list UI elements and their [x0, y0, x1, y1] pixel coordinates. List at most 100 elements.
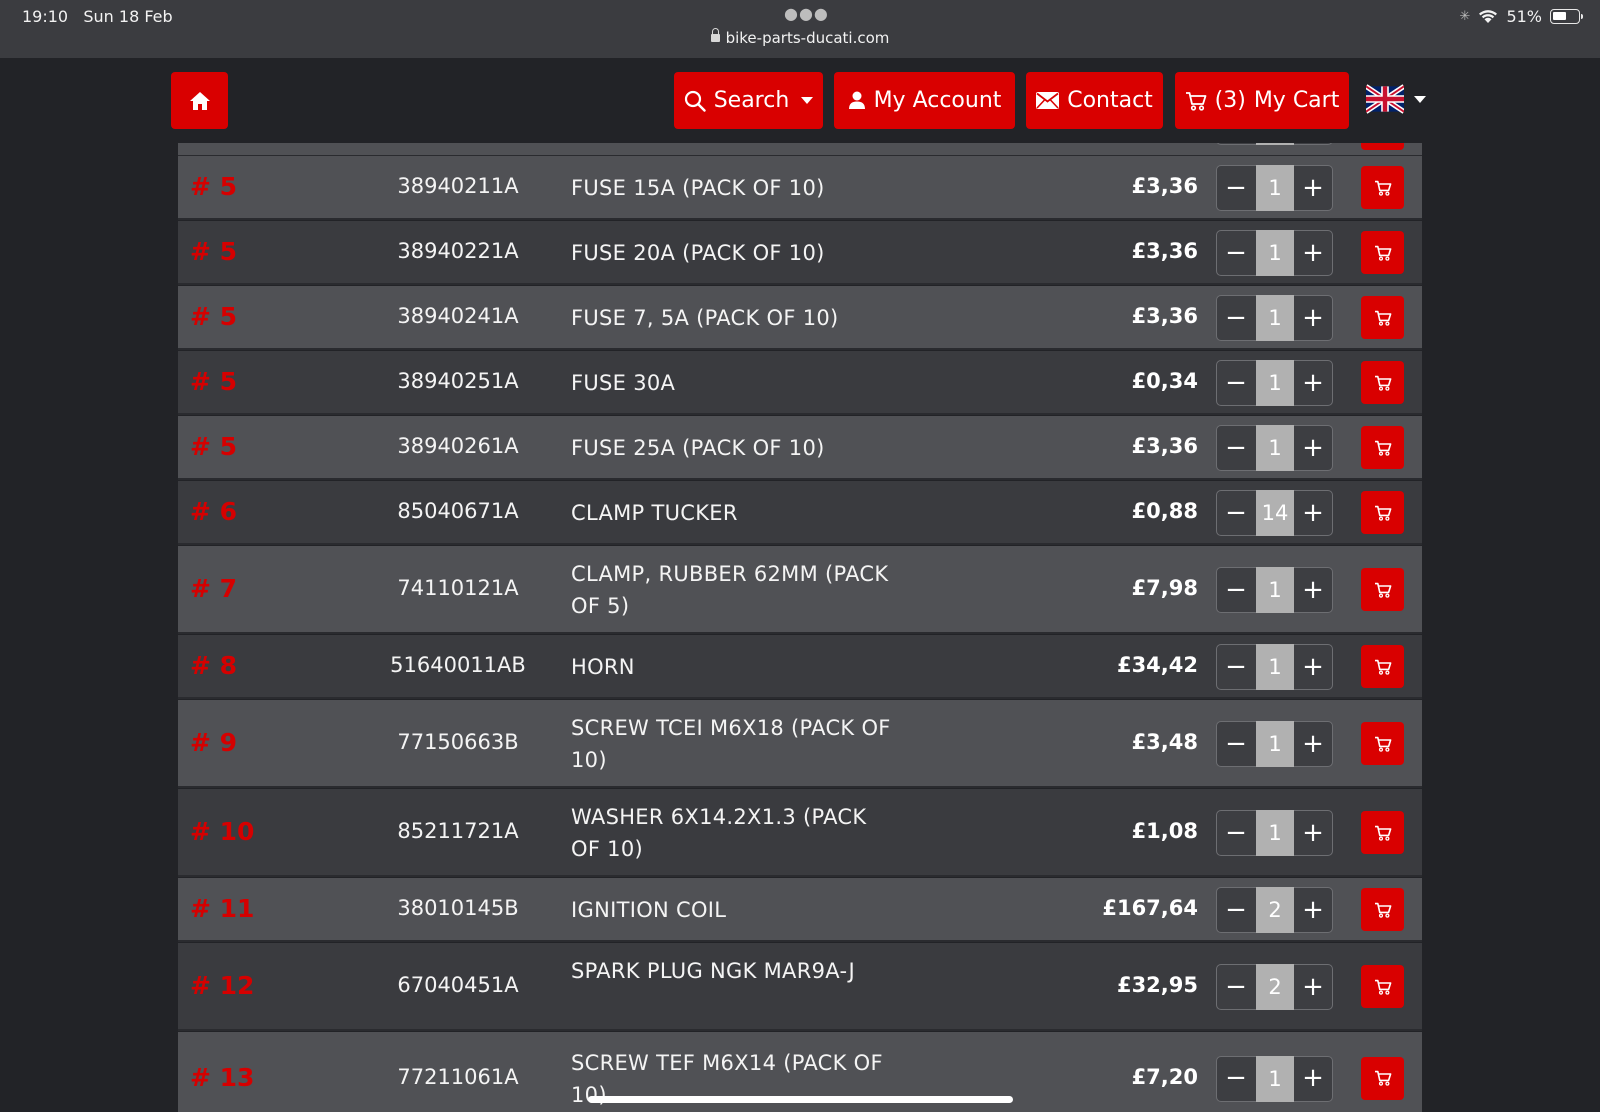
decrease-quantity-button[interactable]: −	[1217, 568, 1255, 611]
add-to-cart-button[interactable]	[1361, 888, 1404, 931]
add-to-cart-button[interactable]	[1361, 231, 1404, 274]
decrease-quantity-button[interactable]: −	[1217, 722, 1255, 765]
quantity-value[interactable]: 1	[1256, 425, 1294, 471]
increase-quantity-button[interactable]: +	[1294, 888, 1332, 931]
quantity-value[interactable]: 1	[1256, 230, 1294, 276]
quantity-stepper[interactable]: −2 +	[1216, 964, 1333, 1010]
quantity-stepper[interactable]: −1 +	[1216, 721, 1333, 767]
quantity-stepper[interactable]: −1 +	[1216, 1055, 1333, 1102]
decrease-quantity-button[interactable]: −	[1217, 426, 1255, 469]
add-to-cart-button[interactable]	[1361, 296, 1404, 339]
quantity-stepper[interactable]	[1216, 143, 1333, 145]
more-dots-icon[interactable]: ●●●	[784, 4, 829, 23]
decrease-quantity-button[interactable]: −	[1217, 296, 1255, 339]
decrease-quantity-button[interactable]: −	[1217, 166, 1255, 209]
quantity-value[interactable]: 1	[1256, 567, 1294, 613]
add-to-cart-button[interactable]	[1361, 143, 1404, 150]
add-to-cart-button[interactable]	[1361, 491, 1404, 534]
cart-icon	[1374, 245, 1391, 261]
increase-quantity-button[interactable]: +	[1294, 296, 1332, 339]
quantity-stepper[interactable]: −2 +	[1216, 887, 1333, 933]
increase-quantity-button[interactable]: +	[1294, 1057, 1332, 1100]
reference-number: # 13	[190, 1062, 255, 1092]
search-button[interactable]: Search	[674, 72, 823, 129]
url-bar[interactable]: bike-parts-ducati.com	[0, 28, 1600, 47]
url-text: bike-parts-ducati.com	[725, 29, 890, 47]
increase-quantity-button[interactable]: +	[1294, 361, 1332, 404]
quantity-value[interactable]: 1	[1256, 810, 1294, 856]
decrease-quantity-button[interactable]: −	[1217, 645, 1255, 688]
quantity-value[interactable]: 1	[1256, 295, 1294, 341]
part-description: CLAMP TUCKER	[571, 501, 738, 525]
quantity-value[interactable]: 2	[1256, 887, 1294, 933]
quantity-value[interactable]: 1	[1256, 165, 1294, 211]
decrease-quantity-button[interactable]: −	[1217, 811, 1255, 854]
cart-icon	[1374, 736, 1391, 752]
increase-quantity-button[interactable]: +	[1294, 645, 1332, 688]
add-to-cart-button[interactable]	[1361, 361, 1404, 404]
table-row: # 6 85040671A CLAMP TUCKER £0,88−14 +	[178, 481, 1422, 545]
quantity-value[interactable]	[1256, 143, 1294, 145]
quantity-value[interactable]: 1	[1256, 721, 1294, 767]
part-price: £7,98	[1131, 576, 1198, 600]
my-cart-button[interactable]: (3) My Cart	[1175, 72, 1349, 129]
part-price: £3,48	[1131, 730, 1198, 754]
quantity-value[interactable]: 1	[1256, 1055, 1294, 1102]
quantity-value[interactable]: 2	[1256, 964, 1294, 1010]
quantity-stepper[interactable]: −1 +	[1216, 567, 1333, 613]
contact-button[interactable]: Contact	[1026, 72, 1163, 129]
part-number: 38940241A	[397, 304, 519, 328]
reference-number: # 5	[190, 302, 238, 331]
part-description: CLAMP, RUBBER 62MM (PACK OF 5)	[571, 562, 889, 618]
increase-quantity-button[interactable]: +	[1294, 491, 1332, 534]
quantity-value[interactable]: 1	[1256, 644, 1294, 690]
home-button[interactable]	[171, 72, 228, 129]
decrease-quantity-button[interactable]: −	[1217, 888, 1255, 931]
increase-quantity-button[interactable]: +	[1294, 426, 1332, 469]
increase-quantity-button[interactable]: +	[1294, 568, 1332, 611]
increase-quantity-button[interactable]: +	[1294, 166, 1332, 209]
increase-quantity-button[interactable]: +	[1294, 965, 1332, 1008]
table-row: # 10 85211721A WASHER 6X14.2X1.3 (PACK OF …	[178, 789, 1422, 877]
quantity-stepper[interactable]: −1 +	[1216, 810, 1333, 856]
part-number: 67040451A	[397, 973, 519, 997]
add-to-cart-button[interactable]	[1361, 568, 1404, 611]
increase-quantity-button[interactable]: +	[1294, 231, 1332, 274]
increase-quantity-button[interactable]: +	[1294, 811, 1332, 854]
decrease-quantity-button[interactable]: −	[1217, 491, 1255, 534]
add-to-cart-button[interactable]	[1361, 811, 1404, 854]
reference-number: # 10	[190, 817, 255, 846]
quantity-stepper[interactable]: −1 +	[1216, 425, 1333, 471]
quantity-value[interactable]: 1	[1256, 360, 1294, 406]
decrease-quantity-button[interactable]: −	[1217, 361, 1255, 404]
quantity-stepper[interactable]: −1 +	[1216, 644, 1333, 690]
quantity-stepper[interactable]: −1 +	[1216, 230, 1333, 276]
add-to-cart-button[interactable]	[1361, 166, 1404, 209]
decrease-quantity-button[interactable]: −	[1217, 231, 1255, 274]
increase-quantity-button[interactable]: +	[1294, 722, 1332, 765]
activity-icon: ✳	[1459, 9, 1471, 24]
add-to-cart-button[interactable]	[1361, 645, 1404, 688]
reference-number: # 9	[190, 728, 238, 757]
add-to-cart-button[interactable]	[1361, 965, 1404, 1008]
language-selector[interactable]	[1366, 84, 1426, 114]
status-indicators: ✳ 51%	[1459, 7, 1583, 26]
reference-number: # 8	[190, 651, 238, 680]
quantity-value[interactable]: 14	[1256, 490, 1294, 536]
part-number: 51640011AB	[390, 653, 526, 677]
quantity-stepper[interactable]: −1 +	[1216, 360, 1333, 406]
quantity-stepper[interactable]: −1 +	[1216, 295, 1333, 341]
add-to-cart-button[interactable]	[1361, 1056, 1404, 1100]
part-price: £32,95	[1116, 973, 1198, 997]
quantity-stepper[interactable]: −1 +	[1216, 165, 1333, 211]
status-bar: 19:10 Sun 18 Feb ●●● bike-parts-ducati.c…	[0, 0, 1600, 58]
add-to-cart-button[interactable]	[1361, 722, 1404, 765]
quantity-stepper[interactable]: −14 +	[1216, 490, 1333, 536]
my-account-button[interactable]: My Account	[834, 72, 1015, 129]
battery-icon	[1550, 9, 1583, 24]
decrease-quantity-button[interactable]: −	[1217, 965, 1255, 1008]
home-indicator[interactable]	[588, 1096, 1013, 1103]
decrease-quantity-button[interactable]: −	[1217, 1057, 1255, 1100]
add-to-cart-button[interactable]	[1361, 426, 1404, 469]
part-number: 38010145B	[397, 896, 519, 920]
